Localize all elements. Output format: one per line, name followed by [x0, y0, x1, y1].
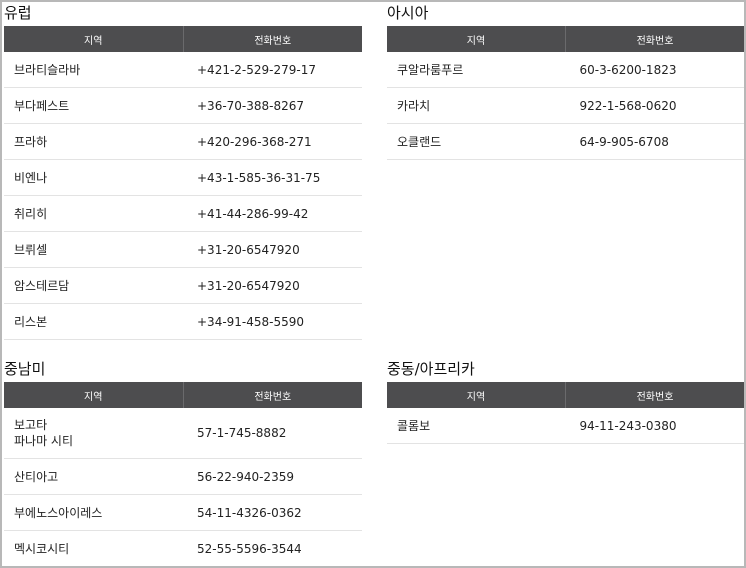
- section-mea: 중동/아프리카 지역 전화번호 콜롬보 94-11-243-0380: [387, 360, 744, 444]
- table-row: 브라티슬라바 +421-2-529-279-17: [4, 52, 362, 88]
- column-header-phone: 전화번호: [182, 26, 362, 52]
- phone-cell: +31-20-6547920: [183, 267, 362, 304]
- column-header-region: 지역: [4, 382, 183, 408]
- phone-cell: 57-1-745-8882: [183, 408, 362, 459]
- region-cell: 암스테르담: [4, 267, 183, 304]
- table-row: 쿠알라룸푸르 60-3-6200-1823: [387, 52, 744, 88]
- asia-table: 지역 전화번호 쿠알라룸푸르 60-3-6200-1823 카라치 922-1-56…: [387, 26, 744, 160]
- table-row: 카라치 922-1-568-0620: [387, 87, 744, 124]
- phone-cell: +421-2-529-279-17: [183, 52, 362, 88]
- table-row: 취리히 +41-44-286-99-42: [4, 195, 362, 232]
- table-row: 암스테르담 +31-20-6547920: [4, 267, 362, 304]
- phone-cell: +36-70-388-8267: [183, 87, 362, 124]
- phone-cell: 54-11-4326-0362: [183, 494, 362, 531]
- phone-cell: 52-55-5596-3544: [183, 530, 362, 566]
- region-cell: 리스본: [4, 303, 183, 340]
- europe-table: 지역 전화번호 브라티슬라바 +421-2-529-279-17 부다페스트 +36…: [4, 26, 362, 340]
- region-cell: 보고타 파나마 시티: [4, 408, 183, 459]
- table-row: 부다페스트 +36-70-388-8267: [4, 87, 362, 124]
- region-cell: 산티아고: [4, 458, 183, 495]
- region-cell: 오클랜드: [387, 123, 566, 160]
- column-header-region: 지역: [4, 26, 183, 52]
- phone-cell: +43-1-585-36-31-75: [183, 159, 362, 196]
- column-header-region: 지역: [387, 382, 566, 408]
- section-latam: 중남미 지역 전화번호 보고타 파나마 시티 57-1-745-8882 산티아고…: [4, 360, 362, 566]
- region-cell: 콜롬보: [387, 408, 566, 444]
- table-row: 브뤼셀 +31-20-6547920: [4, 231, 362, 268]
- phone-cell: 94-11-243-0380: [565, 408, 744, 444]
- table-row: 오클랜드 64-9-905-6708: [387, 123, 744, 160]
- table-row: 부에노스아이레스 54-11-4326-0362: [4, 494, 362, 531]
- page-frame: 유럽 지역 전화번호 브라티슬라바 +421-2-529-279-17 부다페스트…: [0, 0, 746, 568]
- section-title: 유럽: [4, 4, 32, 22]
- region-cell: 프라하: [4, 123, 183, 160]
- table-row: 프라하 +420-296-368-271: [4, 123, 362, 160]
- region-cell: 카라치: [387, 87, 566, 124]
- phone-cell: +31-20-6547920: [183, 231, 362, 268]
- table-row: 비엔나 +43-1-585-36-31-75: [4, 159, 362, 196]
- column-header-phone: 전화번호: [182, 382, 362, 408]
- region-cell: 비엔나: [4, 159, 183, 196]
- section-europe: 유럽 지역 전화번호 브라티슬라바 +421-2-529-279-17 부다페스트…: [4, 4, 362, 340]
- phone-cell: 56-22-940-2359: [183, 458, 362, 495]
- table-row: 콜롬보 94-11-243-0380: [387, 408, 744, 444]
- phone-cell: 922-1-568-0620: [565, 87, 744, 124]
- section-title: 중남미: [4, 360, 46, 378]
- phone-cell: +420-296-368-271: [183, 123, 362, 160]
- mea-table: 지역 전화번호 콜롬보 94-11-243-0380: [387, 382, 744, 444]
- region-cell: 멕시코시티: [4, 530, 183, 566]
- section-title: 중동/아프리카: [387, 360, 475, 378]
- region-cell: 부에노스아이레스: [4, 494, 183, 531]
- region-cell: 부다페스트: [4, 87, 183, 124]
- phone-cell: 64-9-905-6708: [565, 123, 744, 160]
- table-row: 멕시코시티 52-55-5596-3544: [4, 530, 362, 566]
- table-row: 보고타 파나마 시티 57-1-745-8882: [4, 408, 362, 459]
- region-cell: 취리히: [4, 195, 183, 232]
- column-header-region: 지역: [387, 26, 566, 52]
- region-cell: 브라티슬라바: [4, 52, 183, 88]
- region-cell: 브뤼셀: [4, 231, 183, 268]
- column-header-phone: 전화번호: [565, 26, 744, 52]
- table-row: 산티아고 56-22-940-2359: [4, 458, 362, 495]
- section-asia: 아시아 지역 전화번호 쿠알라룸푸르 60-3-6200-1823 카라치 922-…: [387, 4, 744, 160]
- section-title: 아시아: [387, 4, 429, 22]
- column-header-phone: 전화번호: [565, 382, 744, 408]
- phone-cell: +41-44-286-99-42: [183, 195, 362, 232]
- latam-table: 지역 전화번호 보고타 파나마 시티 57-1-745-8882 산티아고 56-2…: [4, 382, 362, 566]
- table-row: 리스본 +34-91-458-5590: [4, 303, 362, 340]
- phone-cell: 60-3-6200-1823: [565, 52, 744, 88]
- phone-cell: +34-91-458-5590: [183, 303, 362, 340]
- region-cell: 쿠알라룸푸르: [387, 52, 566, 88]
